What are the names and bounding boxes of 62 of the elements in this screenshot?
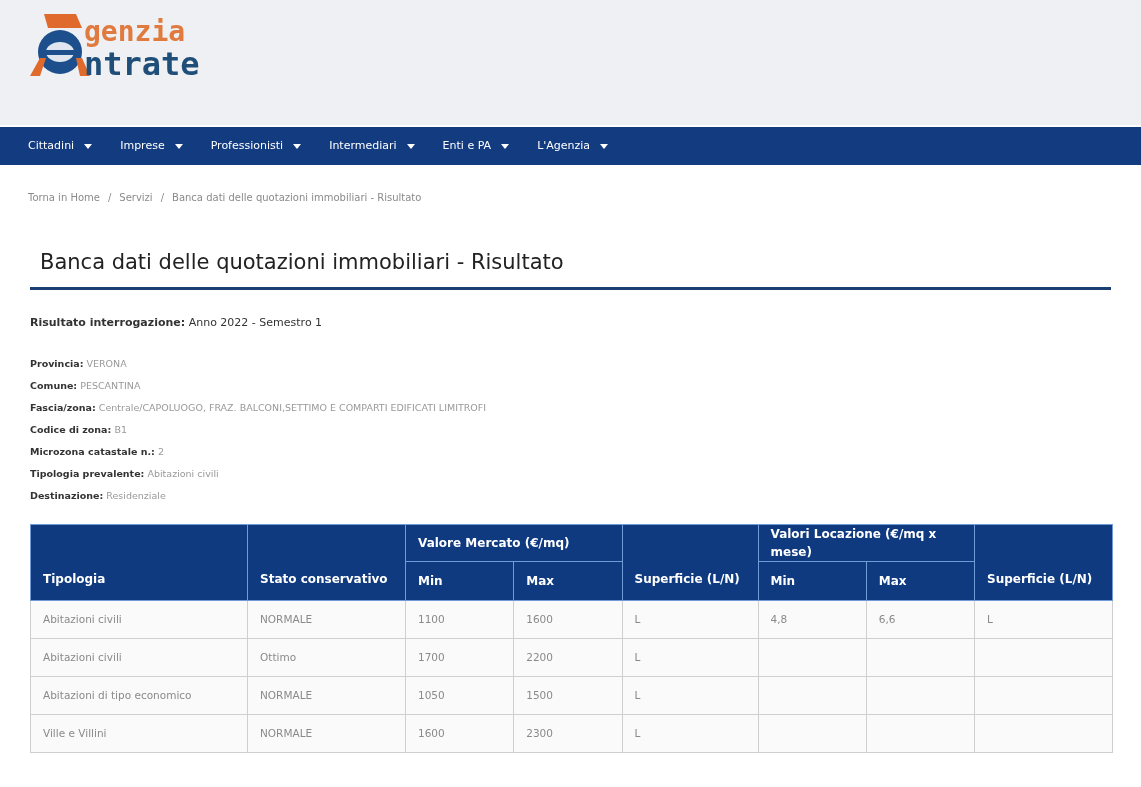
caret-icon <box>84 143 93 149</box>
detail-line: Codice di zona: B1 <box>30 423 128 436</box>
nav-menu-item[interactable]: Cittadini <box>28 137 93 155</box>
table-cell: Abitazioni civili <box>30 638 248 677</box>
table-cell: 1500 <box>513 676 622 715</box>
table-cell: 1100 <box>405 600 514 639</box>
column-header: Min <box>758 561 867 601</box>
column-header: Tipologia <box>30 524 248 601</box>
nav-menu-item[interactable]: Imprese <box>120 137 183 155</box>
breadcrumb-link[interactable]: Servizi <box>119 190 153 205</box>
caret-icon <box>293 143 302 149</box>
breadcrumb-link[interactable]: Torna in Home <box>28 190 100 205</box>
nav-menu-item[interactable]: Professionisti <box>210 137 302 155</box>
table-cell: Ville e Villini <box>30 714 248 753</box>
table-cell: 2200 <box>513 638 622 677</box>
table-cell: L <box>622 600 758 639</box>
column-header: Superficie (L/N) <box>974 524 1113 601</box>
caret-icon <box>501 143 510 149</box>
table-cell: 6,6 <box>866 600 975 639</box>
table-cell: Abitazioni civili <box>30 600 248 639</box>
detail-line: Destinazione: Residenziale <box>30 489 167 502</box>
table-cell: NORMALE <box>247 714 406 753</box>
table-cell: L <box>974 600 1113 639</box>
detail-line: Tipologia prevalente: Abitazioni civili <box>30 467 220 480</box>
column-header: Min <box>405 561 514 601</box>
breadcrumb-separator: / <box>107 191 112 205</box>
column-header: Max <box>866 561 975 601</box>
agency-logo[interactable]: genzia ntrate <box>30 12 1141 80</box>
page-title: Banca dati delle quotazioni immobiliari - Risultato <box>39 249 565 276</box>
logo-text: genzia <box>84 18 187 46</box>
breadcrumb-separator: / <box>160 191 165 205</box>
caret-icon <box>174 143 183 149</box>
nav-menu-item[interactable]: L'Agenzia <box>537 137 609 155</box>
caret-icon <box>600 143 609 149</box>
table-cell: L <box>622 638 758 677</box>
detail-line: Fascia/zona: Centrale/CAPOLUOGO, FRAZ. BALCONI,SETTIMO E COMPARTI EDIFICATI LIMITROFI <box>30 401 488 414</box>
breadcrumb-current: Banca dati delle quotazioni immobiliari - Risultato <box>172 191 422 205</box>
column-group-header: Valore Mercato (€/mq) <box>405 524 622 562</box>
table-cell: 1700 <box>405 638 514 677</box>
table-cell: L <box>622 714 758 753</box>
table-cell: 1600 <box>513 600 622 639</box>
detail-line: Provincia: VERONA <box>30 357 128 370</box>
caret-icon <box>406 143 415 149</box>
column-header: Max <box>513 561 622 601</box>
table-cell: 1600 <box>405 714 514 753</box>
result-summary: Risultato interrogazione: Anno 2022 - Semestro 1 <box>30 314 324 331</box>
table-cell: NORMALE <box>247 600 406 639</box>
detail-line: Comune: PESCANTINA <box>30 379 142 392</box>
table-cell: Abitazioni di tipo economico <box>30 676 248 715</box>
table-cell: 1050 <box>405 676 514 715</box>
nav-menu-item[interactable]: Intermediari <box>329 137 415 155</box>
table-cell: NORMALE <box>247 676 406 715</box>
logo-text: ntrate <box>84 48 200 80</box>
column-header: Superficie (L/N) <box>622 524 758 601</box>
column-group-header: Valori Locazione (€/mq x mese) <box>758 524 975 562</box>
nav-menu-item[interactable]: Enti e PA <box>442 137 510 155</box>
table-cell: 2300 <box>513 714 622 753</box>
table-cell: L <box>622 676 758 715</box>
table-cell: 4,8 <box>758 600 867 639</box>
detail-line: Microzona catastale n.: 2 <box>30 445 165 458</box>
column-header: Stato conservativo <box>247 524 406 601</box>
table-cell: Ottimo <box>247 638 406 677</box>
